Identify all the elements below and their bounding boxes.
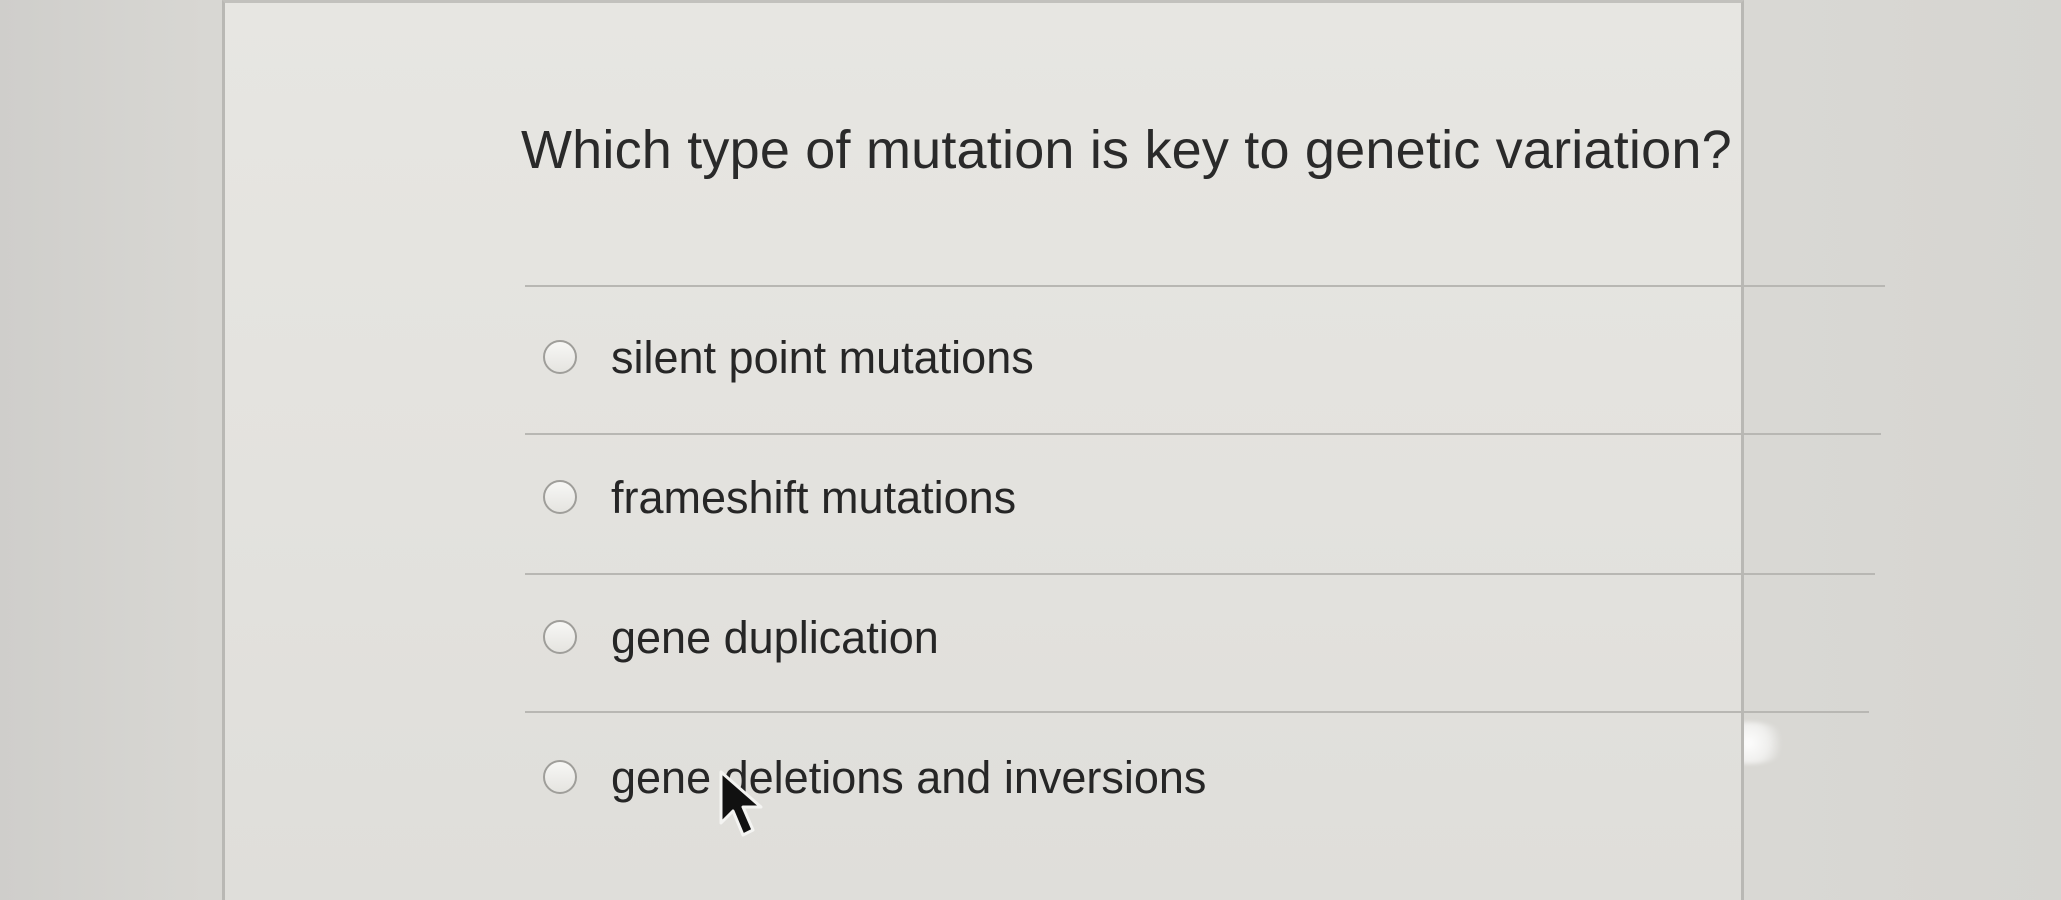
- answer-label: frameshift mutations: [611, 471, 1017, 523]
- radio-button-icon[interactable]: [543, 340, 577, 374]
- radio-button-icon[interactable]: [543, 480, 577, 514]
- answer-option[interactable]: gene duplication: [543, 602, 939, 672]
- answer-label: gene duplication: [611, 611, 939, 663]
- answer-option[interactable]: frameshift mutations: [543, 462, 1016, 532]
- quiz-question-card: Which type of mutation is key to genetic…: [222, 0, 1885, 900]
- answer-options: silent point mutations frameshift mutati…: [225, 3, 1741, 900]
- answer-option[interactable]: gene deletions and inversions: [543, 742, 1206, 812]
- answer-label: gene deletions and inversions: [611, 751, 1207, 803]
- radio-button-icon[interactable]: [543, 760, 577, 794]
- radio-button-icon[interactable]: [543, 620, 577, 654]
- answer-option[interactable]: silent point mutations: [543, 322, 1034, 392]
- answer-label: silent point mutations: [611, 331, 1034, 383]
